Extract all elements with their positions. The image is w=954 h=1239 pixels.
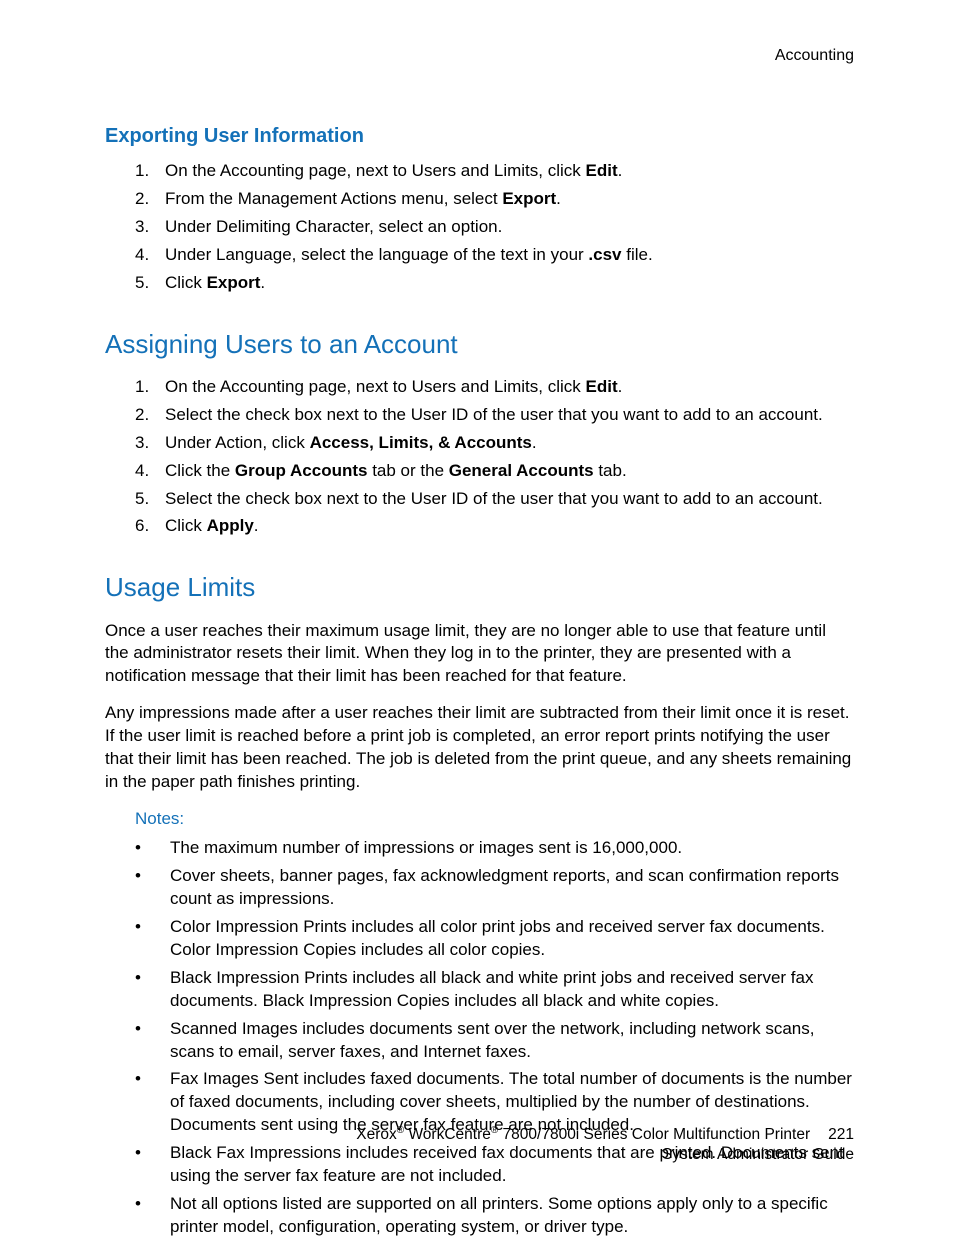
list-item: Select the check box next to the User ID… — [135, 488, 854, 511]
usage-limits-para-2: Any impressions made after a user reache… — [105, 702, 854, 794]
footer-subtitle: System Administrator Guide — [356, 1145, 854, 1165]
exporting-steps: On the Accounting page, next to Users an… — [105, 160, 854, 295]
list-item: Not all options listed are supported on … — [170, 1193, 854, 1239]
list-item: Click Apply. — [135, 515, 854, 538]
page-content: Exporting User Information On the Accoun… — [105, 123, 854, 1239]
list-item: Black Impression Prints includes all bla… — [170, 967, 854, 1013]
list-item: Select the check box next to the User ID… — [135, 404, 854, 427]
list-item: Cover sheets, banner pages, fax acknowle… — [170, 865, 854, 911]
list-item: Click the Group Accounts tab or the Gene… — [135, 460, 854, 483]
assigning-steps: On the Accounting page, next to Users an… — [105, 376, 854, 539]
list-item: From the Management Actions menu, select… — [135, 188, 854, 211]
heading-assigning-users: Assigning Users to an Account — [105, 327, 854, 362]
page-number: 221 — [828, 1126, 854, 1143]
usage-limits-para-1: Once a user reaches their maximum usage … — [105, 620, 854, 689]
notes-list: The maximum number of impressions or ima… — [105, 837, 854, 1239]
page-footer: Xerox® WorkCentre® 7800/7800i Series Col… — [356, 1124, 854, 1165]
list-item: Color Impression Prints includes all col… — [170, 916, 854, 962]
list-item: Under Language, select the language of t… — [135, 244, 854, 267]
list-item: On the Accounting page, next to Users an… — [135, 376, 854, 399]
list-item: Under Delimiting Character, select an op… — [135, 216, 854, 239]
heading-exporting-user-info: Exporting User Information — [105, 123, 854, 150]
list-item: Click Export. — [135, 272, 854, 295]
list-item: The maximum number of impressions or ima… — [170, 837, 854, 860]
list-item: On the Accounting page, next to Users an… — [135, 160, 854, 183]
footer-brand: Xerox — [356, 1126, 397, 1143]
heading-usage-limits: Usage Limits — [105, 570, 854, 605]
header-section: Accounting — [775, 45, 854, 67]
list-item: Scanned Images includes documents sent o… — [170, 1018, 854, 1064]
list-item: Under Action, click Access, Limits, & Ac… — [135, 432, 854, 455]
notes-label: Notes: — [135, 808, 854, 831]
